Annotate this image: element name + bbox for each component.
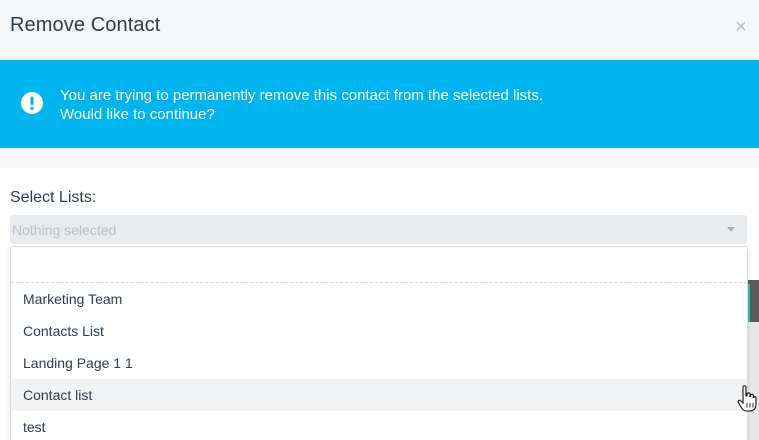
divider-strip bbox=[0, 148, 759, 168]
select-placeholder: Nothing selected bbox=[12, 222, 117, 238]
dropdown-search-input[interactable] bbox=[11, 247, 747, 283]
close-icon[interactable]: × bbox=[733, 15, 749, 39]
modal-header: Remove Contact × bbox=[0, 0, 759, 59]
select-lists-dropdown[interactable]: Nothing selected bbox=[10, 215, 747, 244]
list-option[interactable]: test bbox=[11, 411, 747, 440]
list-option[interactable]: Contacts List bbox=[11, 315, 747, 347]
modal-title: Remove Contact bbox=[10, 14, 161, 36]
list-option[interactable]: Marketing Team bbox=[11, 283, 747, 315]
dropdown-options: Marketing Team Contacts List Landing Pag… bbox=[11, 283, 747, 440]
warning-alert: You are trying to permanently remove thi… bbox=[0, 60, 759, 148]
alert-line-1: You are trying to permanently remove thi… bbox=[60, 87, 544, 104]
alert-line-2: Would like to continue? bbox=[60, 106, 215, 123]
exclamation-circle-icon bbox=[21, 92, 43, 114]
remove-contact-modal: Remove Contact × You are trying to perma… bbox=[0, 0, 759, 440]
lists-dropdown-menu: Marketing Team Contacts List Landing Pag… bbox=[10, 246, 748, 440]
list-option[interactable]: Landing Page 1 1 bbox=[11, 347, 747, 379]
list-option-hovered[interactable]: Contact list bbox=[11, 379, 747, 411]
select-lists-label: Select Lists: bbox=[10, 189, 97, 206]
alert-message: You are trying to permanently remove thi… bbox=[60, 86, 543, 124]
caret-down-icon bbox=[727, 227, 735, 232]
screen: Remove Contact × You are trying to perma… bbox=[0, 0, 759, 440]
background-table-edge bbox=[747, 322, 759, 440]
